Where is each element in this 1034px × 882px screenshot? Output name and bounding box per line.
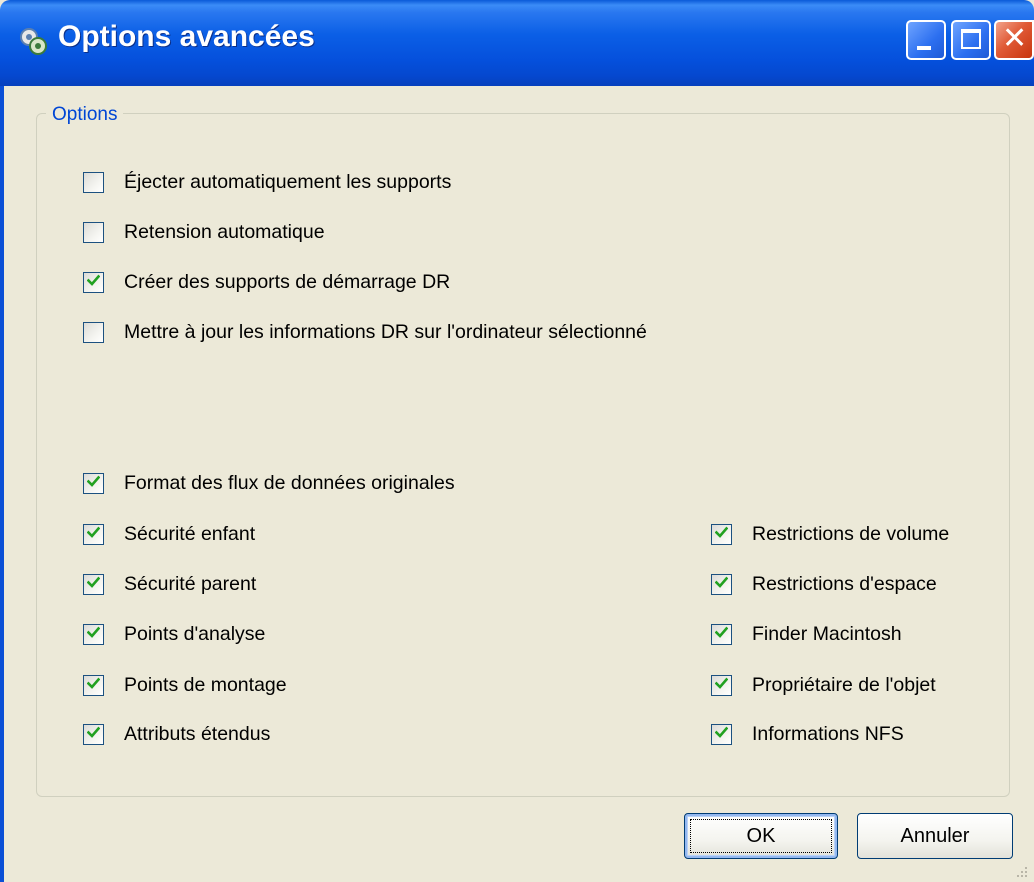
checkbox-box[interactable] <box>83 221 104 243</box>
checkbox-object-owner[interactable]: Propriétaire de l'objet <box>711 673 936 697</box>
cancel-button-label: Annuler <box>900 824 970 847</box>
checkbox-label: Mettre à jour les informations DR sur l'… <box>124 320 647 343</box>
checkmark-icon <box>87 677 100 689</box>
checkbox-extended-attributes[interactable]: Attributs étendus <box>83 722 270 746</box>
checkbox-box[interactable] <box>83 523 104 545</box>
focus-rectangle <box>690 819 832 853</box>
checkbox-box[interactable] <box>711 623 732 645</box>
checkbox-auto-retension[interactable]: Retension automatique <box>83 220 325 244</box>
checkbox-mount-points[interactable]: Points de montage <box>83 673 287 697</box>
checkbox-eject-media[interactable]: Éjecter automatiquement les supports <box>83 170 451 194</box>
checkbox-label: Points de montage <box>124 673 287 696</box>
title-bar[interactable]: Options avancées ✕ <box>0 0 1034 86</box>
checkmark-icon <box>715 576 728 588</box>
checkbox-child-security[interactable]: Sécurité enfant <box>83 522 255 546</box>
checkbox-create-dr-media[interactable]: Créer des supports de démarrage DR <box>83 270 450 294</box>
checkbox-volume-restrictions[interactable]: Restrictions de volume <box>711 522 949 546</box>
checkmark-icon <box>87 576 100 588</box>
checkbox-native-stream-format[interactable]: Format des flux de données originales <box>83 471 455 495</box>
checkbox-label: Informations NFS <box>752 722 904 745</box>
close-icon: ✕ <box>1002 22 1028 55</box>
checkbox-box[interactable] <box>83 623 104 645</box>
checkbox-label: Points d'analyse <box>124 622 266 645</box>
checkmark-icon <box>87 626 100 638</box>
checkmark-icon <box>715 526 728 538</box>
checkbox-reparse-points[interactable]: Points d'analyse <box>83 622 265 646</box>
checkbox-box[interactable] <box>83 573 104 595</box>
close-button[interactable]: ✕ <box>994 20 1034 60</box>
checkbox-label: Attributs étendus <box>124 722 271 745</box>
checkbox-label: Restrictions de volume <box>752 522 950 545</box>
ok-button[interactable]: OK <box>684 813 838 859</box>
checkbox-box[interactable] <box>83 472 104 494</box>
window-border <box>0 86 4 882</box>
resize-grip-icon[interactable] <box>1014 864 1028 878</box>
checkbox-macintosh-finder[interactable]: Finder Macintosh <box>711 622 902 646</box>
minimize-button[interactable] <box>906 20 946 60</box>
checkbox-box[interactable] <box>83 321 104 343</box>
checkmark-icon <box>715 626 728 638</box>
checkbox-update-dr-info[interactable]: Mettre à jour les informations DR sur l'… <box>83 320 647 344</box>
checkmark-icon <box>87 726 100 738</box>
checkbox-box[interactable] <box>711 723 732 745</box>
checkbox-box[interactable] <box>711 573 732 595</box>
checkbox-label: Sécurité enfant <box>124 522 256 545</box>
app-icon <box>20 28 47 55</box>
checkbox-box[interactable] <box>83 271 104 293</box>
group-legend: Options <box>46 104 124 126</box>
checkbox-box[interactable] <box>83 171 104 193</box>
checkbox-label: Finder Macintosh <box>752 622 902 645</box>
checkmark-icon <box>87 526 100 538</box>
maximize-icon <box>961 29 981 49</box>
checkbox-parent-security[interactable]: Sécurité parent <box>83 572 256 596</box>
checkbox-label: Restrictions d'espace <box>752 572 937 595</box>
checkbox-label: Propriétaire de l'objet <box>752 673 936 696</box>
checkbox-label: Créer des supports de démarrage DR <box>124 270 451 293</box>
checkbox-label: Éjecter automatiquement les supports <box>124 170 452 193</box>
cancel-button[interactable]: Annuler <box>857 813 1013 859</box>
checkbox-box[interactable] <box>83 674 104 696</box>
checkbox-box[interactable] <box>83 723 104 745</box>
checkmark-icon <box>715 677 728 689</box>
checkbox-space-restrictions[interactable]: Restrictions d'espace <box>711 572 937 596</box>
checkbox-label: Retension automatique <box>124 220 325 243</box>
checkbox-label: Sécurité parent <box>124 572 257 595</box>
checkmark-icon <box>87 274 100 286</box>
checkbox-box[interactable] <box>711 523 732 545</box>
checkbox-box[interactable] <box>711 674 732 696</box>
checkbox-nfs-info[interactable]: Informations NFS <box>711 722 904 746</box>
maximize-button[interactable] <box>951 20 991 60</box>
checkmark-icon <box>715 726 728 738</box>
checkbox-label: Format des flux de données originales <box>124 471 455 494</box>
checkmark-icon <box>87 475 100 487</box>
minimize-icon <box>917 46 931 50</box>
window-title: Options avancées <box>58 20 315 53</box>
